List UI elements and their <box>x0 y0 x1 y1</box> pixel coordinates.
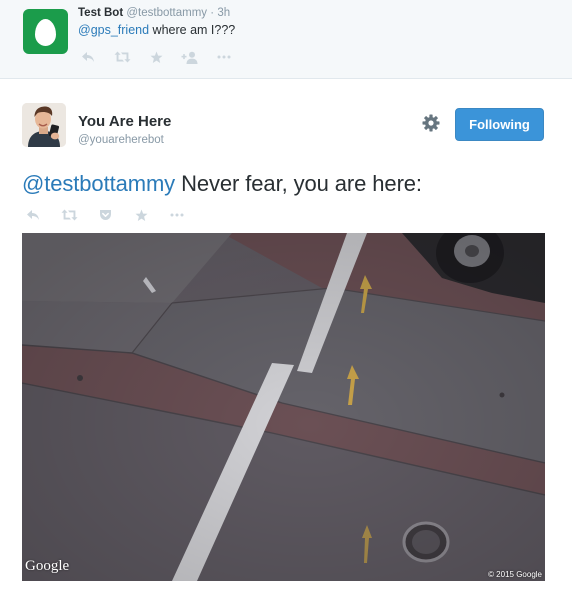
parent-tweet-text: @gps_friend where am I??? <box>78 23 235 37</box>
follow-icon[interactable] <box>180 49 200 65</box>
favorite-icon[interactable] <box>130 207 152 223</box>
egg-icon <box>35 19 56 46</box>
gear-icon[interactable] <box>420 112 442 134</box>
separator-dot: · <box>210 7 215 19</box>
parent-tweet[interactable]: Test Bot @testbottammy · 3h @gps_friend … <box>0 0 572 79</box>
following-button[interactable]: Following <box>455 108 544 141</box>
default-egg-avatar[interactable] <box>23 9 68 54</box>
mention-link[interactable]: @gps_friend <box>78 23 149 37</box>
reply-icon[interactable] <box>22 207 44 223</box>
reply-icon[interactable] <box>78 49 98 65</box>
copyright-text: © 2015 Google <box>488 570 542 579</box>
parent-tweet-header: Test Bot @testbottammy · 3h <box>78 7 230 19</box>
author-handle[interactable]: @youareherebot <box>78 134 164 146</box>
tweet-actions <box>22 207 202 223</box>
more-icon[interactable] <box>214 49 234 65</box>
google-watermark: Google <box>25 558 70 574</box>
street-view-photo[interactable]: Google © 2015 Google <box>22 233 545 581</box>
favorite-icon[interactable] <box>146 49 166 65</box>
retweet-icon[interactable] <box>112 49 132 65</box>
parent-author-handle[interactable]: @testbottammy <box>126 7 207 19</box>
parent-tweet-actions <box>78 49 248 65</box>
parent-timestamp[interactable]: 3h <box>217 7 230 19</box>
pocket-icon[interactable] <box>94 207 116 223</box>
tweet-text: @testbottammy Never fear, you are here: <box>22 171 422 197</box>
parent-author-name[interactable]: Test Bot <box>78 7 123 19</box>
you-are-here-avatar[interactable] <box>22 103 66 147</box>
mention-link[interactable]: @testbottammy <box>22 171 175 196</box>
author-name[interactable]: You Are Here <box>78 113 171 130</box>
tweet-body: Never fear, you are here: <box>175 171 422 196</box>
street-view-image <box>22 233 545 581</box>
more-icon[interactable] <box>166 207 188 223</box>
retweet-icon[interactable] <box>58 207 80 223</box>
parent-tweet-body: where am I??? <box>149 23 236 37</box>
